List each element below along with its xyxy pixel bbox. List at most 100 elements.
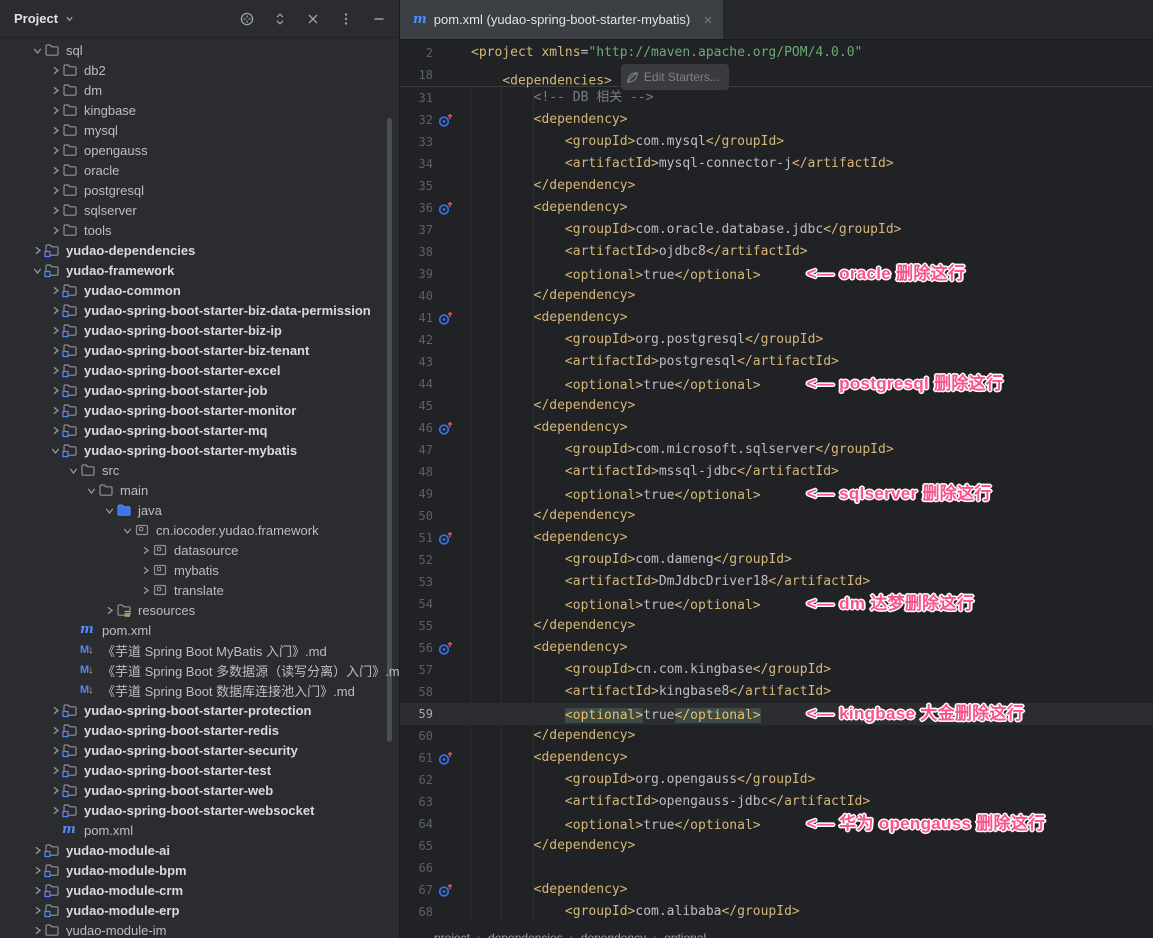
chevron-right-icon[interactable] xyxy=(48,805,62,816)
maven-dependency-gutter-icon[interactable] xyxy=(437,113,454,128)
tree-item-yudao-spring-boot-starter-web[interactable]: yudao-spring-boot-starter-web xyxy=(0,780,399,800)
code-area[interactable]: 31 <!-- DB 相关 -->32 <dependency>33 <grou… xyxy=(400,87,1153,922)
maven-dependency-gutter-icon[interactable] xyxy=(437,751,454,766)
tree-item-yudao-spring-boot-starter-biz-tenant[interactable]: yudao-spring-boot-starter-biz-tenant xyxy=(0,340,399,360)
tree-item-yudao-spring-boot-starter-redis[interactable]: yudao-spring-boot-starter-redis xyxy=(0,720,399,740)
tree-item-____Spring_Boot__________.md[interactable]: M↓《芋道 Spring Boot 数据库连接池入门》.md xyxy=(0,680,399,700)
target-icon[interactable] xyxy=(239,11,255,27)
code-line-52[interactable]: 52 <groupId>com.dameng</groupId> xyxy=(400,549,1153,571)
chevron-down-icon[interactable] xyxy=(120,525,134,536)
tree-item-translate[interactable]: translate xyxy=(0,580,399,600)
tree-item-resources[interactable]: resources xyxy=(0,600,399,620)
tree-item-yudao-spring-boot-starter-security[interactable]: yudao-spring-boot-starter-security xyxy=(0,740,399,760)
code-line-41[interactable]: 41 <dependency> xyxy=(400,307,1153,329)
code-line-32[interactable]: 32 <dependency> xyxy=(400,109,1153,131)
maven-dependency-gutter-icon[interactable] xyxy=(437,641,454,656)
tree-item-sql[interactable]: sql xyxy=(0,40,399,60)
breadcrumb-item[interactable]: project xyxy=(434,931,470,938)
tree-item-db2[interactable]: db2 xyxy=(0,60,399,80)
code-line-47[interactable]: 47 <groupId>com.microsoft.sqlserver</gro… xyxy=(400,439,1153,461)
chevron-right-icon[interactable] xyxy=(48,345,62,356)
panel-scrollbar-thumb[interactable] xyxy=(387,118,392,742)
tree-item-yudao-module-im[interactable]: yudao-module-im xyxy=(0,920,399,936)
chevron-down-icon[interactable] xyxy=(64,13,75,24)
project-panel-title[interactable]: Project xyxy=(14,11,58,26)
close-icon[interactable] xyxy=(703,15,713,25)
tree-item-yudao-module-crm[interactable]: yudao-module-crm xyxy=(0,880,399,900)
tree-item-yudao-spring-boot-starter-mq[interactable]: yudao-spring-boot-starter-mq xyxy=(0,420,399,440)
chevron-right-icon[interactable] xyxy=(102,605,116,616)
chevron-right-icon[interactable] xyxy=(138,565,152,576)
code-line-33[interactable]: 33 <groupId>com.mysql</groupId> xyxy=(400,131,1153,153)
chevron-right-icon[interactable] xyxy=(48,285,62,296)
code-line-49[interactable]: 49 <optional>true</optional><— sqlserver… xyxy=(400,483,1153,505)
code-line-2[interactable]: 2<project xmlns="http://maven.apache.org… xyxy=(400,42,1153,64)
chevron-down-icon[interactable] xyxy=(102,505,116,516)
code-line-61[interactable]: 61 <dependency> xyxy=(400,747,1153,769)
chevron-right-icon[interactable] xyxy=(48,785,62,796)
maven-dependency-gutter-icon[interactable] xyxy=(437,883,454,898)
code-line-40[interactable]: 40 </dependency> xyxy=(400,285,1153,307)
chevron-right-icon[interactable] xyxy=(30,925,44,936)
code-line-36[interactable]: 36 <dependency> xyxy=(400,197,1153,219)
tab-pom-xml[interactable]: m pom.xml (yudao-spring-boot-starter-myb… xyxy=(400,0,723,39)
tree-item-cn.iocoder.yudao.framework[interactable]: cn.iocoder.yudao.framework xyxy=(0,520,399,540)
tree-item-yudao-common[interactable]: yudao-common xyxy=(0,280,399,300)
tree-item-postgresql[interactable]: postgresql xyxy=(0,180,399,200)
code-line-35[interactable]: 35 </dependency> xyxy=(400,175,1153,197)
tree-item-yudao-spring-boot-starter-monitor[interactable]: yudao-spring-boot-starter-monitor xyxy=(0,400,399,420)
code-line-60[interactable]: 60 </dependency> xyxy=(400,725,1153,747)
chevron-right-icon[interactable] xyxy=(48,105,62,116)
code-line-44[interactable]: 44 <optional>true</optional><— postgresq… xyxy=(400,373,1153,395)
chevron-right-icon[interactable] xyxy=(30,905,44,916)
tree-item-src[interactable]: src xyxy=(0,460,399,480)
tree-item-oracle[interactable]: oracle xyxy=(0,160,399,180)
chevron-down-icon[interactable] xyxy=(66,465,80,476)
chevron-down-icon[interactable] xyxy=(30,265,44,276)
chevron-right-icon[interactable] xyxy=(48,745,62,756)
chevron-right-icon[interactable] xyxy=(48,405,62,416)
tree-item-yudao-spring-boot-starter-job[interactable]: yudao-spring-boot-starter-job xyxy=(0,380,399,400)
tree-item-kingbase[interactable]: kingbase xyxy=(0,100,399,120)
chevron-right-icon[interactable] xyxy=(48,165,62,176)
chevron-right-icon[interactable] xyxy=(48,425,62,436)
chevron-right-icon[interactable] xyxy=(138,585,152,596)
more-options-icon[interactable] xyxy=(338,11,354,27)
tree-item-opengauss[interactable]: opengauss xyxy=(0,140,399,160)
collapse-all-icon[interactable] xyxy=(305,11,321,27)
chevron-right-icon[interactable] xyxy=(30,845,44,856)
tree-item-mybatis[interactable]: mybatis xyxy=(0,560,399,580)
tree-item-yudao-spring-boot-starter-excel[interactable]: yudao-spring-boot-starter-excel xyxy=(0,360,399,380)
chevron-right-icon[interactable] xyxy=(30,245,44,256)
code-line-53[interactable]: 53 <artifactId>DmJdbcDriver18</artifactI… xyxy=(400,571,1153,593)
maven-dependency-gutter-icon[interactable] xyxy=(437,421,454,436)
chevron-down-icon[interactable] xyxy=(30,45,44,56)
chevron-down-icon[interactable] xyxy=(48,445,62,456)
tree-item-yudao-spring-boot-starter-mybatis[interactable]: yudao-spring-boot-starter-mybatis xyxy=(0,440,399,460)
code-line-34[interactable]: 34 <artifactId>mysql-connector-j</artifa… xyxy=(400,153,1153,175)
code-line-37[interactable]: 37 <groupId>com.oracle.database.jdbc</gr… xyxy=(400,219,1153,241)
chevron-right-icon[interactable] xyxy=(48,185,62,196)
code-line-66[interactable]: 66 xyxy=(400,857,1153,879)
tree-item-java[interactable]: java xyxy=(0,500,399,520)
tree-item-yudao-dependencies[interactable]: yudao-dependencies xyxy=(0,240,399,260)
maven-dependency-gutter-icon[interactable] xyxy=(437,311,454,326)
maven-dependency-gutter-icon[interactable] xyxy=(437,201,454,216)
code-line-51[interactable]: 51 <dependency> xyxy=(400,527,1153,549)
tree-item-dm[interactable]: dm xyxy=(0,80,399,100)
tree-item-yudao-spring-boot-starter-websocket[interactable]: yudao-spring-boot-starter-websocket xyxy=(0,800,399,820)
chevron-down-icon[interactable] xyxy=(84,485,98,496)
code-line-62[interactable]: 62 <groupId>org.opengauss</groupId> xyxy=(400,769,1153,791)
code-line-55[interactable]: 55 </dependency> xyxy=(400,615,1153,637)
code-line-57[interactable]: 57 <groupId>cn.com.kingbase</groupId> xyxy=(400,659,1153,681)
chevron-right-icon[interactable] xyxy=(48,65,62,76)
code-line-63[interactable]: 63 <artifactId>opengauss-jdbc</artifactI… xyxy=(400,791,1153,813)
chevron-right-icon[interactable] xyxy=(48,225,62,236)
breadcrumb-item[interactable]: dependencies xyxy=(488,931,563,938)
chevron-right-icon[interactable] xyxy=(48,385,62,396)
tree-item-____Spring_Boot_MyBatis____.md[interactable]: M↓《芋道 Spring Boot MyBatis 入门》.md xyxy=(0,640,399,660)
tree-item-yudao-spring-boot-starter-protection[interactable]: yudao-spring-boot-starter-protection xyxy=(0,700,399,720)
code-line-46[interactable]: 46 <dependency> xyxy=(400,417,1153,439)
chevron-right-icon[interactable] xyxy=(48,365,62,376)
tree-item-pom.xml[interactable]: mpom.xml xyxy=(0,820,399,840)
